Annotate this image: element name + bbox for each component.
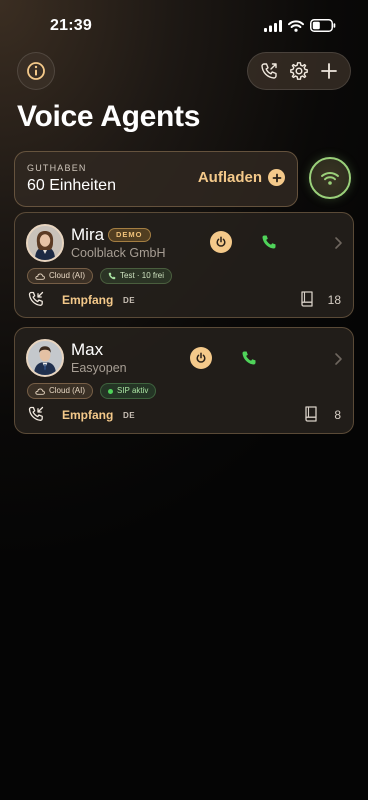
phone-icon[interactable] xyxy=(241,350,257,366)
mode-label: Empfang xyxy=(62,408,114,422)
connection-status-button[interactable] xyxy=(309,157,351,199)
info-icon xyxy=(27,62,45,80)
credit-card: GUTHABEN 60 Einheiten Aufladen xyxy=(14,151,298,207)
agent-card[interactable]: Max Easyopen Cloud (AI) SIP aktiv Empfan… xyxy=(14,327,354,434)
power-icon xyxy=(216,236,226,247)
tag-label: SIP aktiv xyxy=(117,386,149,395)
agent-footer: Empfang DE 8 xyxy=(27,405,341,425)
wifi-icon xyxy=(321,172,339,185)
mode-label: Empfang xyxy=(62,293,114,307)
status-bar: 21:39 xyxy=(0,0,368,52)
incoming-call-icon xyxy=(28,406,44,421)
phone-icon[interactable] xyxy=(261,234,277,250)
add-agent-button[interactable] xyxy=(315,57,343,85)
power-toggle[interactable] xyxy=(210,231,232,253)
chevron-right-icon[interactable] xyxy=(333,236,343,250)
tag-cloud: Cloud (AI) xyxy=(27,268,94,284)
tag-label: Cloud (AI) xyxy=(49,386,86,395)
book-icon[interactable] xyxy=(303,405,319,423)
tag-label: Test · 10 frei xyxy=(120,271,165,280)
topup-button[interactable]: Aufladen xyxy=(198,169,285,186)
power-icon xyxy=(196,352,206,363)
tag-sip: SIP aktiv xyxy=(100,383,157,399)
cloud-icon xyxy=(35,273,45,280)
tag-test: Test · 10 frei xyxy=(100,268,173,284)
tag-cloud: Cloud (AI) xyxy=(27,383,94,399)
wifi-status-icon xyxy=(288,19,304,32)
agent-card[interactable]: Mira DEMO Coolblack GmbH Cloud (AI) Test… xyxy=(14,212,354,318)
incoming-call-icon xyxy=(28,291,44,306)
header-actions xyxy=(247,52,351,90)
plus-circle-icon xyxy=(268,169,285,186)
tag-label: Cloud (AI) xyxy=(49,271,86,280)
agent-company: Easyopen xyxy=(71,361,127,375)
avatar xyxy=(26,339,64,377)
status-icons xyxy=(264,19,336,32)
chevron-right-icon[interactable] xyxy=(333,352,343,366)
avatar xyxy=(26,224,64,262)
status-dot xyxy=(108,388,113,394)
status-time: 21:39 xyxy=(50,17,92,34)
demo-badge: DEMO xyxy=(108,228,151,242)
agent-name: Max xyxy=(71,340,104,359)
info-button[interactable] xyxy=(17,52,55,90)
language-code: DE xyxy=(123,296,136,305)
agent-name: Mira xyxy=(71,225,105,244)
power-toggle[interactable] xyxy=(190,347,212,369)
call-log-button[interactable] xyxy=(255,57,283,85)
call-log-icon xyxy=(261,63,277,79)
topup-label: Aufladen xyxy=(197,169,262,186)
cloud-icon xyxy=(35,388,45,395)
settings-button[interactable] xyxy=(285,57,313,85)
phone-icon xyxy=(108,272,116,280)
language-code: DE xyxy=(123,411,136,420)
agent-footer: Empfang DE 18 xyxy=(27,290,341,310)
knowledge-count: 18 xyxy=(327,293,341,307)
agent-company: Coolblack GmbH xyxy=(71,246,166,260)
battery-icon xyxy=(310,19,336,32)
book-icon[interactable] xyxy=(299,290,315,308)
credit-label: GUTHABEN xyxy=(27,163,87,173)
gear-icon xyxy=(290,62,308,80)
knowledge-count: 8 xyxy=(334,408,341,422)
page-title: Voice Agents xyxy=(17,100,201,133)
signal-icon xyxy=(264,19,282,32)
plus-icon xyxy=(321,63,337,79)
credit-value: 60 Einheiten xyxy=(27,177,116,194)
